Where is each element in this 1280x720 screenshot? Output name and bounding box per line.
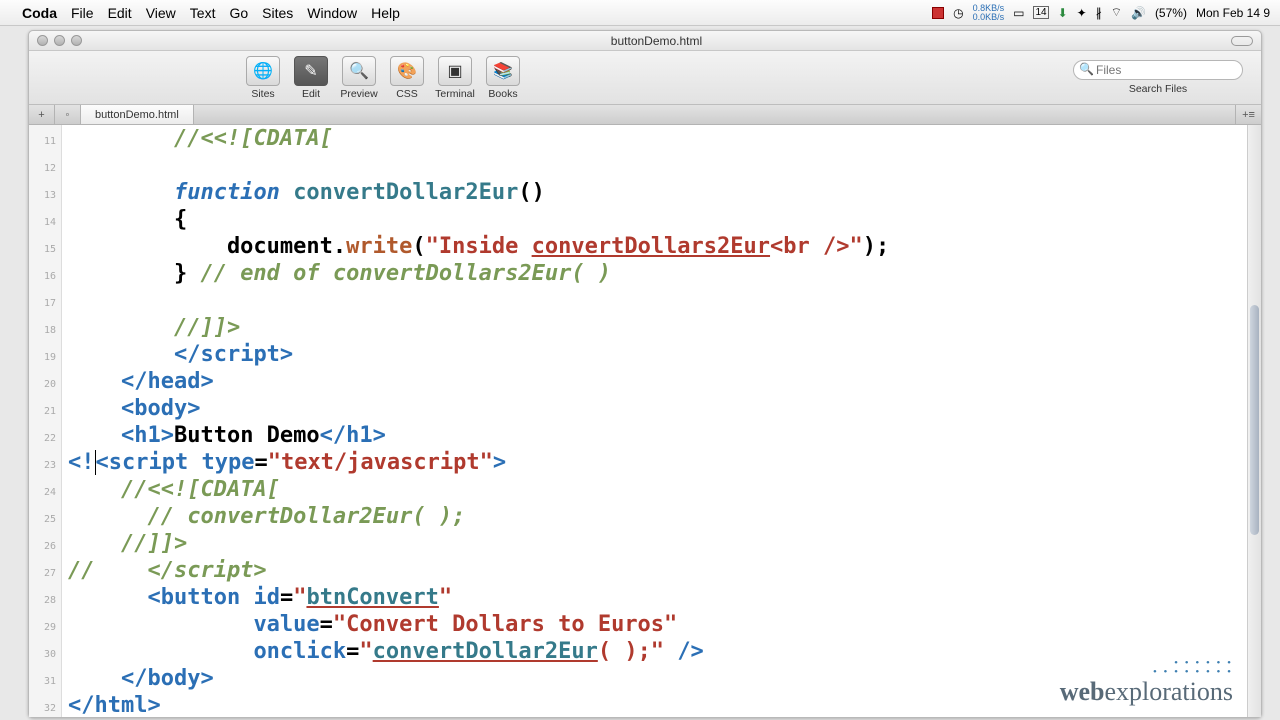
toolbar-books[interactable]: 📚Books — [479, 56, 527, 100]
toolbar-sites[interactable]: 🌐Sites — [239, 56, 287, 100]
tab-active[interactable]: buttonDemo.html — [81, 105, 194, 124]
zoom-icon[interactable] — [71, 35, 82, 46]
dropbox-icon[interactable]: ⬇ — [1058, 6, 1068, 20]
toolbar-edit[interactable]: ✎Edit — [287, 56, 335, 100]
line-gutter[interactable]: 1112131415161718192021222324252627282930… — [29, 125, 62, 717]
cal-icon[interactable]: 14 — [1033, 6, 1048, 19]
code-line-12[interactable] — [68, 152, 1255, 179]
search-input[interactable] — [1073, 60, 1243, 80]
sites-icon: 🌐 — [246, 56, 280, 86]
terminal-icon: ▣ — [438, 56, 472, 86]
code-line-11[interactable]: //<<![CDATA[ — [68, 125, 1255, 152]
code-line-21[interactable]: <body> — [68, 395, 1255, 422]
bluetooth-icon[interactable]: ∦ — [1096, 6, 1102, 20]
menubar-status: ◷ 0.8KB/s0.0KB/s ▭ 14 ⬇ ✦ ∦ ⌔ 🔊 (57%) Mo… — [932, 4, 1270, 22]
traffic-lights[interactable] — [37, 35, 82, 46]
toolbar-terminal[interactable]: ▣Terminal — [431, 56, 479, 100]
code-line-14[interactable]: { — [68, 206, 1255, 233]
close-icon[interactable] — [37, 35, 48, 46]
app-window: buttonDemo.html 🌐Sites✎Edit🔍Preview🎨CSS▣… — [28, 30, 1262, 718]
editor: 1112131415161718192021222324252627282930… — [29, 125, 1261, 717]
code-line-22[interactable]: <h1>Button Demo</h1> — [68, 422, 1255, 449]
code-line-15[interactable]: document.write("Inside convertDollars2Eu… — [68, 233, 1255, 260]
watermark-logo: • • • • • •• • • • • • • • webexploratio… — [1058, 659, 1233, 707]
menu-text[interactable]: Text — [190, 5, 216, 21]
code-line-28[interactable]: <button id="btnConvert" — [68, 584, 1255, 611]
volume-icon[interactable]: 🔊 — [1131, 6, 1146, 20]
menu-window[interactable]: Window — [307, 5, 357, 21]
code-line-16[interactable]: } // end of convertDollars2Eur( ) — [68, 260, 1255, 287]
sync-icon[interactable]: ✦ — [1077, 6, 1087, 20]
menu-help[interactable]: Help — [371, 5, 400, 21]
code-area[interactable]: //<<![CDATA[ function convertDollar2Eur(… — [62, 125, 1261, 717]
scrollbar-thumb[interactable] — [1250, 305, 1259, 535]
app-name[interactable]: Coda — [22, 5, 57, 21]
code-line-17[interactable] — [68, 287, 1255, 314]
menu-edit[interactable]: Edit — [108, 5, 132, 21]
code-line-26[interactable]: //]]> — [68, 530, 1255, 557]
battery-percent: (57%) — [1155, 6, 1187, 20]
code-line-19[interactable]: </script> — [68, 341, 1255, 368]
code-line-27[interactable]: // </script> — [68, 557, 1255, 584]
clock[interactable]: Mon Feb 14 9 — [1196, 6, 1270, 20]
code-line-20[interactable]: </head> — [68, 368, 1255, 395]
app-status-icon[interactable]: ◷ — [953, 6, 963, 20]
tab-menu-button[interactable]: +≡ — [1235, 105, 1261, 124]
code-line-13[interactable]: function convertDollar2Eur() — [68, 179, 1255, 206]
toolbar-preview[interactable]: 🔍Preview — [335, 56, 383, 100]
menu-sites[interactable]: Sites — [262, 5, 293, 21]
toolbar-buttons: 🌐Sites✎Edit🔍Preview🎨CSS▣Terminal📚Books — [239, 56, 527, 100]
vertical-scrollbar[interactable] — [1247, 125, 1261, 717]
tab-bar: + ◦ buttonDemo.html +≡ — [29, 105, 1261, 125]
new-tab-button[interactable]: + — [29, 105, 55, 124]
wifi-icon[interactable]: ⌔ — [1111, 5, 1122, 20]
search-icon: 🔍 — [1079, 62, 1094, 76]
edit-icon: ✎ — [294, 56, 328, 86]
css-icon: 🎨 — [390, 56, 424, 86]
search-label: Search Files — [1129, 83, 1187, 95]
code-line-29[interactable]: value="Convert Dollars to Euros" — [68, 611, 1255, 638]
minimize-icon[interactable] — [54, 35, 65, 46]
code-line-24[interactable]: //<<![CDATA[ — [68, 476, 1255, 503]
books-icon: 📚 — [486, 56, 520, 86]
network-speed: 0.8KB/s0.0KB/s — [973, 4, 1005, 22]
menu-file[interactable]: File — [71, 5, 94, 21]
window-title: buttonDemo.html — [82, 34, 1231, 48]
tab-bar-space[interactable] — [194, 105, 1235, 124]
code-line-25[interactable]: // convertDollar2Eur( ); — [68, 503, 1255, 530]
mac-menubar: Coda File Edit View Text Go Sites Window… — [0, 0, 1280, 26]
menu-go[interactable]: Go — [229, 5, 248, 21]
titlebar[interactable]: buttonDemo.html — [29, 31, 1261, 51]
battery-icon[interactable]: ▭ — [1013, 6, 1024, 20]
titlebar-capsule[interactable] — [1231, 36, 1253, 46]
record-icon[interactable] — [932, 7, 944, 19]
close-tab-button[interactable]: ◦ — [55, 105, 81, 124]
code-line-23[interactable]: <!<script type="text/javascript"> — [68, 449, 1255, 476]
preview-icon: 🔍 — [342, 56, 376, 86]
toolbar-css[interactable]: 🎨CSS — [383, 56, 431, 100]
menu-view[interactable]: View — [146, 5, 176, 21]
code-line-18[interactable]: //]]> — [68, 314, 1255, 341]
toolbar: 🌐Sites✎Edit🔍Preview🎨CSS▣Terminal📚Books 🔍… — [29, 51, 1261, 105]
